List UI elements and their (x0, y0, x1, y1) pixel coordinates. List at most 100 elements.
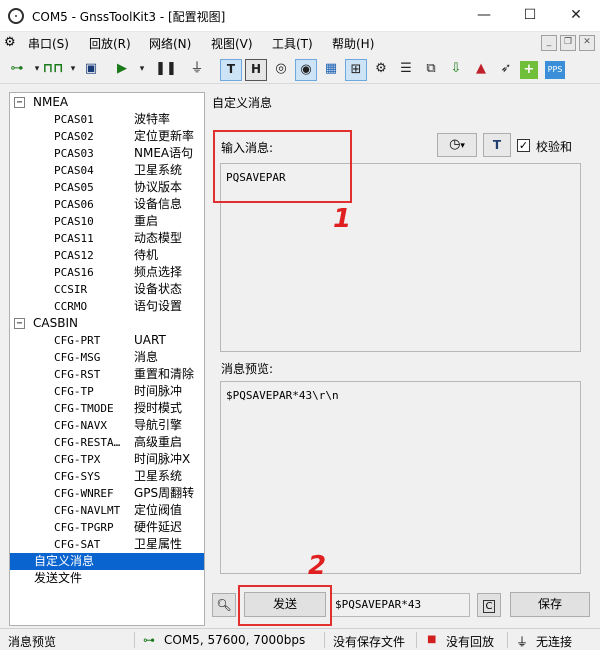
tree-item-nmea[interactable]: PCAS03 NMEA语句 (10, 145, 204, 162)
menu-view[interactable]: 视图(V) (211, 35, 253, 52)
play-icon[interactable]: ▶ (111, 59, 133, 81)
save-icon[interactable]: ▣ (80, 59, 102, 81)
grid-icon[interactable]: ▦ (320, 59, 342, 81)
tree-item-casbin[interactable]: CFG-MSG 消息 (10, 349, 204, 366)
tree-item-code: PCAS01 (54, 113, 94, 126)
tree-item-casbin[interactable]: CFG-TPX 时间脉冲X (10, 451, 204, 468)
tree-item-code: CFG-SYS (54, 470, 101, 483)
mdi-restore-button[interactable]: ❐ (560, 35, 576, 51)
config-tree[interactable]: − NMEA PCAS01 波特率 PCAS02 定位更新率 PCAS03 NMEA语句 PC… (9, 92, 205, 626)
collapse-icon[interactable]: − (14, 97, 25, 108)
maximize-button[interactable]: ☐ (507, 0, 553, 32)
arrow-icon[interactable]: ▲ (470, 59, 492, 81)
target-icon[interactable]: ◎ (270, 59, 292, 81)
send-command-field[interactable]: $PQSAVEPAR*43 (330, 593, 470, 617)
text-format-button[interactable]: T (483, 133, 511, 157)
collapse-icon[interactable]: − (14, 318, 25, 329)
download-icon[interactable]: ⇩ (445, 59, 467, 81)
tree-item-description: 重启 (134, 214, 159, 228)
connect-icon[interactable]: ⊶ (6, 59, 28, 81)
tree-item-description: 协议版本 (134, 180, 183, 194)
tree-item-nmea[interactable]: PCAS11 动态模型 (10, 230, 204, 247)
tree-item-casbin[interactable]: CFG-TP 时间脉冲 (10, 383, 204, 400)
tree-item-casbin[interactable]: CFG-SYS 卫星系统 (10, 468, 204, 485)
tree-item-casbin[interactable]: CFG-SAT 卫星属性 (10, 536, 204, 553)
tree-item-nmea[interactable]: PCAS04 卫星系统 (10, 162, 204, 179)
tree-item-code: PCAS11 (54, 232, 94, 245)
hex-view-icon[interactable]: H (245, 59, 267, 81)
clear-button[interactable]: C (477, 593, 501, 617)
tree-group-casbin[interactable]: − CASBIN (14, 315, 78, 332)
status-divider (507, 632, 508, 648)
tree-item-description: 设备状态 (134, 282, 183, 296)
tree-item-description: 硬件延迟 (134, 520, 183, 534)
tree-item-code: PCAS03 (54, 147, 94, 160)
tree-item-nmea[interactable]: PCAS12 待机 (10, 247, 204, 264)
zoom-button[interactable]: 🔍︎ (212, 593, 236, 617)
plug-icon: ⏚ (516, 635, 529, 649)
close-button[interactable]: ✕ (553, 0, 599, 32)
tree-item-description: NMEA语句 (134, 146, 194, 160)
tree-item-nmea[interactable]: CCSIR 设备状态 (10, 281, 204, 298)
tree-item-code: CFG-RESTA… (54, 436, 121, 449)
tree-item-casbin[interactable]: CFG-RST 重置和清除 (10, 366, 204, 383)
highlight-box-send (238, 585, 332, 626)
chevron-down-icon: ▾ (460, 141, 465, 151)
tree-item-description: 卫星系统 (134, 163, 183, 177)
menu-bar: ⚙ 串口(S) 回放(R) 网络(N) 视图(V) 工具(T) 帮助(H) (0, 32, 600, 54)
tree-item-nmea[interactable]: PCAS06 设备信息 (10, 196, 204, 213)
menu-replay[interactable]: 回放(R) (89, 35, 131, 52)
tree-item-code: PCAS02 (54, 130, 94, 143)
checksum-checkbox[interactable]: ✓ (517, 139, 530, 152)
system-menu-icon[interactable]: ⚙ (4, 35, 16, 50)
tree-item-casbin[interactable]: CFG-PRT UART (10, 332, 204, 349)
play-dropdown-icon[interactable]: ▾ (131, 59, 153, 81)
fix-icon[interactable]: ◉ (295, 59, 317, 81)
tree-item-casbin[interactable]: CFG-NAVLMT 定位阀值 (10, 502, 204, 519)
mdi-minimize-button[interactable]: _ (541, 35, 557, 51)
tree-item-code: CFG-TPX (54, 453, 101, 466)
mdi-close-button[interactable]: ✕ (579, 35, 595, 51)
tree-item-code: CFG-SAT (54, 538, 101, 551)
tree-item-nmea[interactable]: PCAS16 频点选择 (10, 264, 204, 281)
map-icon[interactable]: ⧉ (420, 59, 442, 81)
list-icon[interactable]: ☰ (395, 59, 417, 81)
text-view-icon[interactable]: T (220, 59, 242, 81)
save-button[interactable]: 保存 (510, 592, 590, 617)
tree-item-casbin[interactable]: CFG-WNREF GPS周翻转 (10, 485, 204, 502)
signal-icon[interactable]: ⊓⊓ (42, 59, 64, 81)
tree-item-description: 定位阀值 (134, 503, 183, 517)
status-divider (324, 632, 325, 648)
pps-icon[interactable]: PPS (545, 61, 565, 79)
plus-icon[interactable]: + (520, 61, 538, 79)
tree-item-send-file[interactable]: 发送文件 (10, 570, 204, 587)
gear-icon[interactable]: ⚙ (370, 59, 392, 81)
timestamp-button[interactable]: ◷▾ (437, 133, 477, 157)
tree-item-nmea[interactable]: CCRMO 语句设置 (10, 298, 204, 315)
clear-icon: C (482, 600, 496, 613)
tree-item-code: CFG-TMODE (54, 402, 114, 415)
tree-group-nmea[interactable]: − NMEA (14, 94, 68, 111)
status-port: COM5, 57600, 7000bps (164, 633, 306, 647)
tree-item-nmea[interactable]: PCAS05 协议版本 (10, 179, 204, 196)
tree-item-description: 波特率 (134, 112, 171, 126)
menu-tools[interactable]: 工具(T) (272, 35, 313, 52)
plug-icon[interactable]: ⏚ (186, 59, 208, 81)
minimize-button[interactable]: — (461, 0, 507, 32)
tree-item-nmea[interactable]: PCAS10 重启 (10, 213, 204, 230)
tree-item-nmea[interactable]: PCAS02 定位更新率 (10, 128, 204, 145)
bird-icon[interactable]: ➶ (495, 59, 517, 81)
tree-item-casbin[interactable]: CFG-RESTA… 高级重启 (10, 434, 204, 451)
tree-item-nmea[interactable]: PCAS01 波特率 (10, 111, 204, 128)
menu-help[interactable]: 帮助(H) (332, 35, 374, 52)
tree-item-custom-message[interactable]: 自定义消息 (10, 553, 204, 570)
network-icon[interactable]: ⊞ (345, 59, 367, 81)
pause-icon[interactable]: ❚❚ (155, 59, 177, 81)
tree-item-casbin[interactable]: CFG-TPGRP 硬件延迟 (10, 519, 204, 536)
menu-network[interactable]: 网络(N) (149, 35, 191, 52)
menu-serial[interactable]: 串口(S) (28, 35, 69, 52)
tree-item-casbin[interactable]: CFG-TMODE 授时模式 (10, 400, 204, 417)
tree-item-casbin[interactable]: CFG-NAVX 导航引擎 (10, 417, 204, 434)
message-preview: $PQSAVEPAR*43\r\n (220, 381, 581, 574)
tree-item-description: 重置和清除 (134, 367, 195, 381)
